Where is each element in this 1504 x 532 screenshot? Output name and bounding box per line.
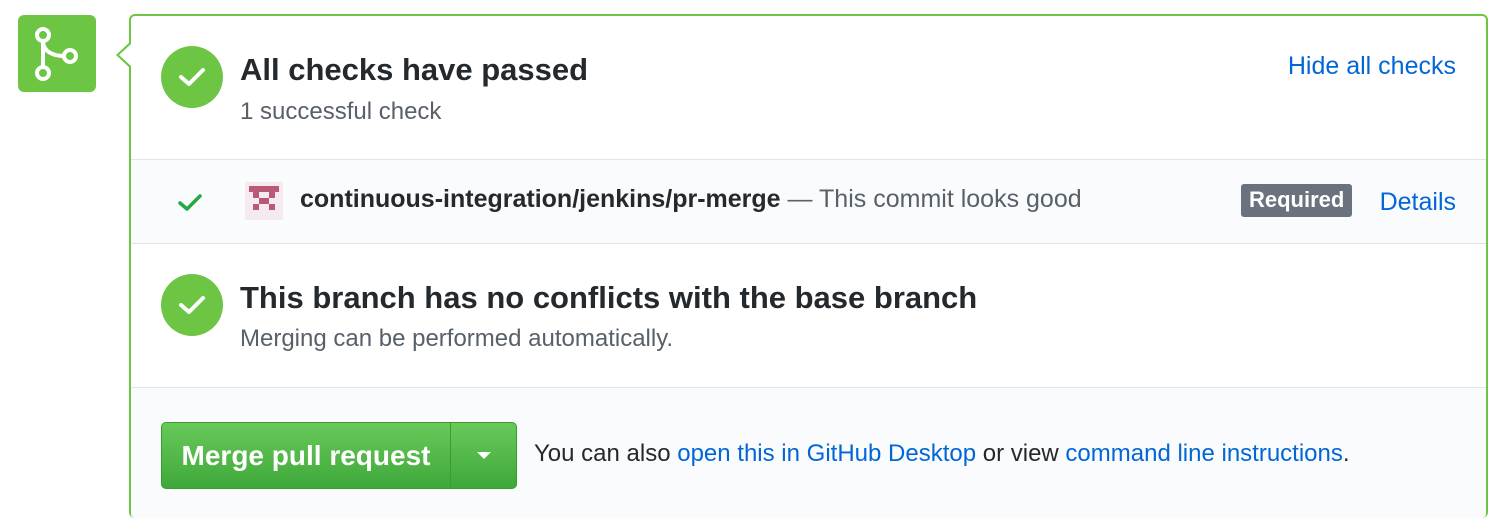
jenkins-avatar-icon — [245, 182, 283, 220]
checks-summary-section: All checks have passed 1 successful chec… — [131, 16, 1486, 159]
check-icon — [178, 194, 202, 211]
merge-section: Merge pull request You can also open thi… — [131, 387, 1486, 518]
hide-all-checks-link[interactable]: Hide all checks — [1288, 52, 1456, 81]
check-circle-icon — [161, 274, 223, 336]
checks-subtitle: 1 successful check — [240, 98, 442, 125]
merge-pull-request-button[interactable]: Merge pull request — [162, 423, 451, 488]
check-circle-icon — [161, 46, 223, 108]
caret-down-icon — [476, 451, 491, 459]
also-prefix: You can also — [534, 440, 678, 467]
checks-title: All checks have passed — [240, 52, 589, 87]
also-middle: or view — [976, 440, 1066, 467]
conflicts-section: This branch has no conflicts with the ba… — [131, 244, 1486, 387]
also-suffix: . — [1342, 440, 1350, 467]
check-text: continuous-integration/jenkins/pr-merge … — [300, 185, 1082, 214]
conflicts-title: This branch has no conflicts with the ba… — [240, 280, 978, 315]
github-desktop-link[interactable]: open this in GitHub Desktop — [677, 440, 976, 467]
merge-alternatives-text: You can also open this in GitHub Desktop… — [534, 440, 1350, 468]
required-badge: Required — [1241, 184, 1353, 217]
check-description: — This commit looks good — [780, 185, 1082, 213]
conflicts-subtitle: Merging can be performed automatically. — [240, 325, 674, 352]
check-name: continuous-integration/jenkins/pr-merge — [300, 185, 781, 213]
merge-button-group: Merge pull request — [161, 422, 517, 489]
details-link[interactable]: Details — [1380, 188, 1456, 217]
command-line-instructions-link[interactable]: command line instructions — [1065, 440, 1342, 467]
check-row: continuous-integration/jenkins/pr-merge … — [131, 159, 1486, 244]
panel-pointer-inner — [119, 44, 131, 66]
merge-options-dropdown[interactable] — [451, 423, 516, 488]
git-merge-icon — [18, 15, 96, 92]
merge-status-panel: All checks have passed 1 successful chec… — [129, 14, 1488, 518]
